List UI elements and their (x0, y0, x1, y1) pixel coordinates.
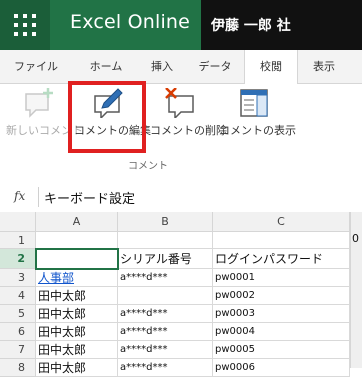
show-comments-label: コメントの表示 (219, 124, 296, 137)
show-comments-icon (240, 89, 268, 117)
cell-c5[interactable]: pw0003 (213, 305, 350, 323)
delete-comment-icon (165, 88, 194, 118)
hyperlink[interactable]: 人事部 (38, 271, 74, 285)
user-area[interactable]: 伊藤 一郎 社 (201, 0, 362, 50)
column-header-b[interactable]: B (118, 212, 213, 232)
tab-review[interactable]: 校閲 (244, 50, 298, 84)
tab-home[interactable]: ホーム (78, 50, 134, 83)
column-header-c[interactable]: C (213, 212, 350, 232)
row-header[interactable]: 6 (0, 323, 36, 341)
vertical-scrollbar[interactable]: 0 (350, 212, 362, 368)
show-comments-button[interactable]: コメントの表示 (216, 84, 296, 154)
cell-c2[interactable]: ログインパスワード (213, 249, 350, 269)
tab-view[interactable]: 表示 (302, 50, 346, 83)
cell-a4[interactable]: 田中太郎 (36, 287, 118, 305)
row-header[interactable]: 4 (0, 287, 36, 305)
user-name: 伊藤 一郎 社 (211, 18, 291, 34)
cell-d1-partial: 0 (352, 232, 359, 245)
cell-a5[interactable]: 田中太郎 (36, 305, 118, 323)
new-comment-icon (25, 88, 53, 118)
cell-b6[interactable]: a****d*** (118, 323, 213, 341)
cell-a6[interactable]: 田中太郎 (36, 323, 118, 341)
cell-c4[interactable]: pw0002 (213, 287, 350, 305)
highlight-box (68, 81, 146, 153)
cell-a8[interactable]: 田中太郎 (36, 359, 118, 377)
cell-b8[interactable]: a****d*** (118, 359, 213, 377)
ribbon-tabs: ファイル ホーム 挿入 データ 校閲 表示 (0, 50, 362, 84)
column-header-a[interactable]: A (36, 212, 118, 232)
active-cell-outline (35, 248, 119, 270)
function-icon[interactable]: fx (14, 189, 25, 203)
cell-b2[interactable]: シリアル番号 (118, 249, 213, 269)
cell-c3[interactable]: pw0001 (213, 269, 350, 287)
row-header-selected[interactable]: 2 (0, 249, 36, 269)
cell-c6[interactable]: pw0004 (213, 323, 350, 341)
tab-data[interactable]: データ (190, 50, 240, 83)
select-all-corner[interactable] (0, 212, 36, 232)
formula-input[interactable]: キーボード設定 (44, 188, 135, 207)
cell-a1[interactable] (36, 232, 118, 249)
ribbon: 新しいコメント コメントの編集 コメントの削除 コメントの表示 コメント (0, 84, 362, 183)
row-header[interactable]: 8 (0, 359, 36, 377)
app-title: Excel Online (70, 11, 191, 33)
row-header[interactable]: 5 (0, 305, 36, 323)
cell-b5[interactable]: a****d*** (118, 305, 213, 323)
cell-c8[interactable]: pw0006 (213, 359, 350, 377)
cell-b3[interactable]: a****d*** (118, 269, 213, 287)
row-header[interactable]: 3 (0, 269, 36, 287)
cell-c1[interactable] (213, 232, 350, 249)
spreadsheet-grid: A B C 1 2 3 4 5 6 7 8 シリアル番号 ログインパスワード 人… (0, 212, 362, 377)
row-header[interactable]: 7 (0, 341, 36, 359)
cell-a3[interactable]: 人事部 (36, 269, 118, 287)
cell-b1[interactable] (118, 232, 213, 249)
row-header[interactable]: 1 (0, 232, 36, 249)
new-comment-button[interactable]: 新しいコメント (0, 84, 83, 154)
delete-comment-button[interactable]: コメントの削除 (146, 84, 227, 154)
app-launcher-icon[interactable] (0, 0, 50, 50)
cell-c7[interactable]: pw0005 (213, 341, 350, 359)
cell-b7[interactable]: a****d*** (118, 341, 213, 359)
tab-file[interactable]: ファイル (6, 50, 66, 83)
comment-group-label: コメント (128, 161, 168, 172)
formula-bar: fx キーボード設定 (0, 182, 362, 213)
cell-a7[interactable]: 田中太郎 (36, 341, 118, 359)
formula-bar-divider (38, 187, 39, 207)
cell-b4[interactable] (118, 287, 213, 305)
tab-insert[interactable]: 挿入 (140, 50, 184, 83)
